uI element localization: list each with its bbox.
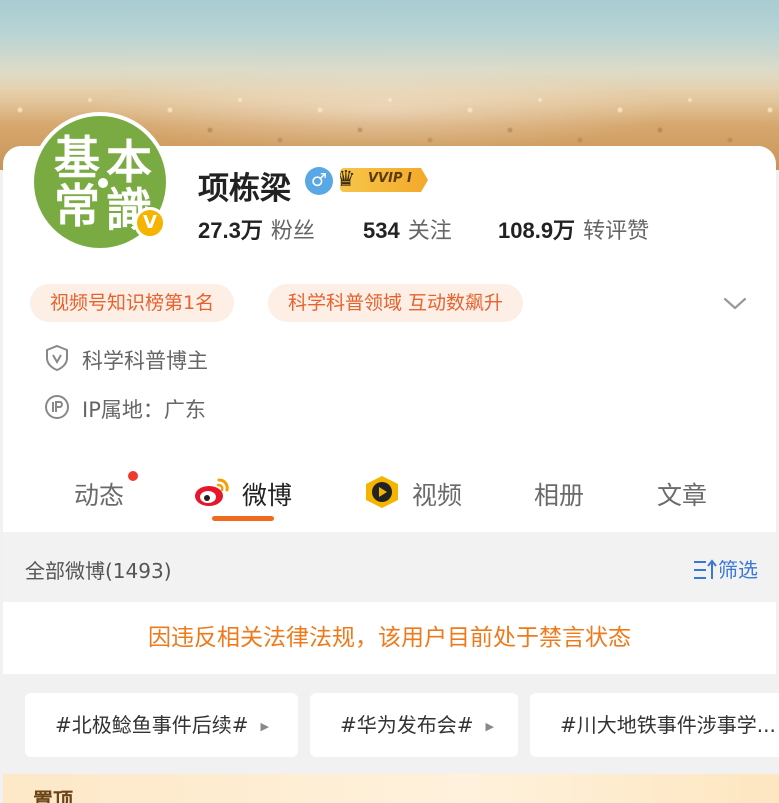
trend-chip[interactable]: #华为发布会# ▶ bbox=[310, 693, 518, 757]
tab-album[interactable]: 相册 bbox=[534, 476, 584, 512]
avatar-char: 常 bbox=[54, 179, 100, 233]
trend-label: #华为发布会# bbox=[340, 713, 474, 737]
tag-chip[interactable]: 科学科普领域 互动数飙升 bbox=[268, 284, 524, 322]
tab-dynamic[interactable]: 动态 bbox=[74, 476, 124, 512]
verified-badge-icon: V bbox=[134, 207, 166, 239]
trend-label: #川大地铁事件涉事学... bbox=[560, 713, 776, 737]
avatar-char: 本 bbox=[106, 135, 152, 189]
caret-right-icon: ▶ bbox=[485, 719, 494, 733]
post-count-label: 全部微博(1493) bbox=[25, 559, 172, 583]
stat-value: 27.3万 bbox=[198, 218, 263, 243]
stat-label: 关注 bbox=[407, 219, 452, 244]
stat-followers[interactable]: 27.3万 粉丝 bbox=[198, 213, 315, 245]
tab-video-label: 视频 bbox=[412, 481, 463, 510]
male-gender-icon: ♂ bbox=[305, 167, 333, 195]
feed-filter-bar: 全部微博(1493) 筛选 bbox=[3, 532, 776, 602]
trending-topics: #北极鲶鱼事件后续# ▶ #华为发布会# ▶ #川大地铁事件涉事学... bbox=[3, 674, 779, 774]
trend-chip[interactable]: #北极鲶鱼事件后续# ▶ bbox=[25, 693, 298, 757]
filter-button[interactable]: 筛选 bbox=[692, 554, 758, 583]
shield-icon bbox=[46, 344, 68, 372]
avatar-char: 基 bbox=[54, 131, 100, 185]
filter-label: 筛选 bbox=[718, 558, 758, 582]
trend-label: #北极鲶鱼事件后续# bbox=[55, 713, 249, 737]
stat-label: 粉丝 bbox=[270, 219, 315, 244]
ip-location-icon bbox=[45, 395, 69, 419]
tag-chip[interactable]: 视频号知识榜第1名 bbox=[30, 284, 235, 322]
trend-chip[interactable]: #川大地铁事件涉事学... bbox=[530, 693, 779, 757]
active-tab-indicator bbox=[212, 516, 274, 521]
chevron-down-icon[interactable] bbox=[722, 290, 748, 316]
weibo-icon bbox=[195, 478, 229, 506]
stat-value: 534 bbox=[363, 218, 400, 243]
caret-right-icon: ▶ bbox=[260, 719, 269, 733]
avatar-dot bbox=[98, 178, 108, 188]
info-ip-text: IP属地：广东 bbox=[82, 398, 206, 422]
notification-dot bbox=[128, 471, 138, 481]
vvip-label: VVIP I bbox=[368, 171, 412, 186]
stat-label: 转评赞 bbox=[583, 219, 650, 244]
tab-weibo-label: 微博 bbox=[242, 481, 293, 510]
crown-icon: ♛ bbox=[336, 167, 356, 192]
ban-notice: 因违反相关法律法规，该用户目前处于禁言状态 bbox=[3, 602, 776, 674]
video-icon bbox=[366, 476, 398, 508]
pinned-label: 置顶 bbox=[33, 788, 73, 803]
info-role-text: 科学科普博主 bbox=[82, 349, 208, 373]
profile-name: 项栋梁 bbox=[198, 171, 291, 206]
stat-value: 108.9万 bbox=[498, 218, 576, 243]
pinned-section-header: 置顶 bbox=[3, 774, 779, 803]
stat-interactions[interactable]: 108.9万 转评赞 bbox=[498, 213, 649, 245]
profile-tabs: 动态 微博 视频 相册 文章 bbox=[0, 468, 779, 524]
filter-icon bbox=[694, 559, 717, 579]
tab-articles[interactable]: 文章 bbox=[657, 476, 707, 512]
stat-following[interactable]: 534 关注 bbox=[363, 213, 452, 245]
vvip-badge[interactable]: ♛ VVIP I bbox=[340, 168, 428, 192]
